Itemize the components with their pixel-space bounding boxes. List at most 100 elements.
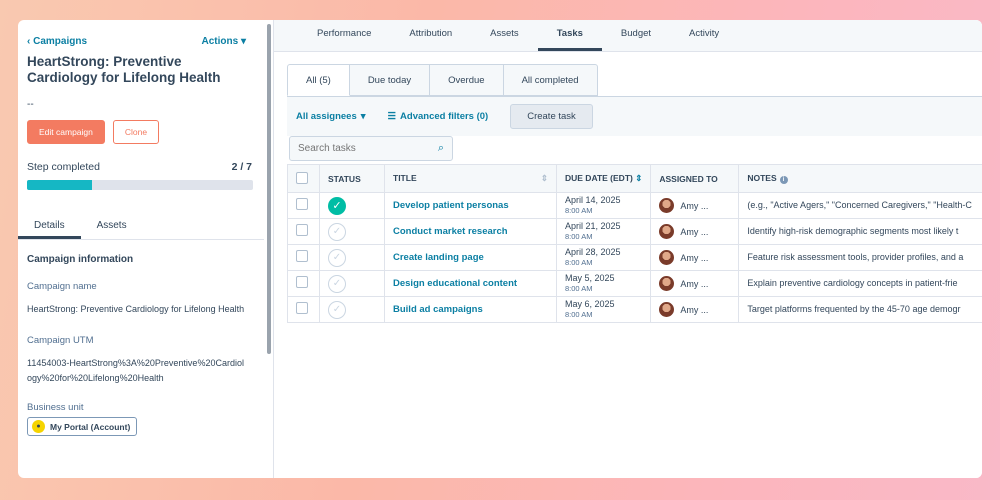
- due-time: 8:00 AM: [565, 206, 593, 215]
- assigned-to-column-header[interactable]: ASSIGNED TO: [650, 164, 740, 193]
- back-link-label: Campaigns: [33, 36, 88, 47]
- advanced-filters-button[interactable]: ☰ Advanced filters (0): [388, 111, 489, 122]
- business-unit-label: Business unit: [27, 402, 84, 413]
- avatar: [659, 276, 675, 291]
- notes-column-header[interactable]: NOTES i: [738, 164, 982, 193]
- incomplete-check-icon[interactable]: ✓: [328, 248, 346, 267]
- sort-ascending-icon: ⇕: [635, 173, 643, 183]
- assignees-filter[interactable]: All assignees ▾: [296, 111, 366, 122]
- search-icon[interactable]: ⌕: [438, 142, 444, 155]
- incomplete-check-icon[interactable]: ✓: [328, 274, 346, 293]
- tab-all-tasks[interactable]: All (5): [287, 64, 350, 96]
- task-notes: Explain preventive cardiology concepts i…: [747, 278, 958, 288]
- task-notes: Target platforms frequented by the 45-70…: [747, 304, 961, 314]
- assignees-filter-label: All assignees: [296, 111, 357, 122]
- avatar: [659, 302, 675, 317]
- assignee-name: Amy ...: [680, 278, 709, 289]
- incomplete-check-icon[interactable]: ✓: [328, 300, 346, 319]
- info-icon[interactable]: i: [779, 176, 788, 184]
- campaign-utm-value: 11454003-HeartStrong%3A%20Preventive%20C…: [27, 358, 244, 383]
- create-task-button[interactable]: Create task: [510, 104, 593, 129]
- caret-down-icon: ▾: [240, 36, 246, 47]
- campaign-title: HeartStrong: Preventive Cardiology for L…: [27, 54, 221, 85]
- table-row[interactable]: ✓ Create landing page April 28, 2025 8:00 A…: [287, 244, 982, 271]
- title-column-header[interactable]: TITLE ⇕: [384, 164, 557, 193]
- assignee[interactable]: Amy ...: [659, 224, 730, 239]
- due-date: April 21, 2025: [565, 221, 621, 231]
- row-checkbox[interactable]: [296, 250, 308, 262]
- table-row[interactable]: ✓ Design educational content May 5, 2025 8:…: [287, 270, 982, 297]
- tab-budget[interactable]: Budget: [602, 20, 670, 51]
- row-checkbox[interactable]: [296, 302, 308, 314]
- task-notes: (e.g., "Active Agers," "Concerned Caregi…: [747, 200, 972, 210]
- tasks-table: STATUS TITLE ⇕ DUE DATE (EDT) ⇕ ASSIGNED …: [287, 164, 982, 323]
- avatar: [659, 198, 675, 213]
- title-header-label: TITLE: [393, 173, 417, 183]
- task-view-tabs: All (5) Due today Overdue All completed: [287, 64, 982, 96]
- actions-dropdown[interactable]: Actions ▾: [202, 36, 246, 47]
- row-checkbox[interactable]: [296, 276, 308, 288]
- tab-tasks[interactable]: Tasks: [537, 20, 602, 51]
- back-to-campaigns-link[interactable]: ‹ Campaigns: [27, 36, 87, 47]
- campaign-sidebar: ‹ Campaigns Actions ▾ HeartStrong: Preve…: [18, 20, 274, 478]
- clone-button[interactable]: Clone: [112, 120, 160, 144]
- tab-all-completed[interactable]: All completed: [503, 64, 598, 96]
- tab-assets[interactable]: Assets: [81, 220, 143, 239]
- tasks-panel: Performance Attribution Assets Tasks Bud…: [274, 20, 982, 478]
- avatar: [659, 224, 675, 239]
- assignee[interactable]: Amy ...: [659, 250, 730, 265]
- incomplete-check-icon[interactable]: ✓: [328, 222, 346, 241]
- table-row[interactable]: ✓ Conduct market research April 21, 2025 8:…: [287, 218, 982, 245]
- sort-icon: ⇕: [540, 173, 548, 183]
- assignee[interactable]: Amy ...: [659, 198, 730, 213]
- tab-attribution[interactable]: Attribution: [390, 20, 471, 51]
- due-date: May 5, 2025: [565, 273, 615, 283]
- tab-performance[interactable]: Performance: [298, 20, 390, 51]
- table-row[interactable]: ✓ Build ad campaigns May 6, 2025 8:00 AM Amy…: [287, 296, 982, 323]
- assignee-name: Amy ...: [680, 304, 709, 315]
- sidebar-scrollbar[interactable]: [267, 24, 271, 354]
- campaign-description: --: [27, 99, 34, 110]
- step-label: Step completed: [27, 161, 100, 173]
- actions-label: Actions: [201, 36, 239, 47]
- completed-check-icon[interactable]: ✓: [328, 196, 346, 215]
- row-checkbox[interactable]: [296, 198, 308, 210]
- task-title-link[interactable]: Design educational content: [393, 278, 517, 289]
- assignee[interactable]: Amy ...: [659, 276, 730, 291]
- step-count: 2 / 7: [231, 161, 252, 173]
- due-date: April 14, 2025: [565, 195, 621, 205]
- campaign-utm-label: Campaign UTM: [27, 335, 94, 346]
- task-title-link[interactable]: Develop patient personas: [393, 200, 509, 211]
- status-column-header[interactable]: STATUS: [319, 164, 385, 193]
- task-title-link[interactable]: Build ad campaigns: [393, 304, 483, 315]
- task-title-link[interactable]: Create landing page: [393, 252, 484, 263]
- business-unit-value: My Portal (Account): [50, 421, 131, 432]
- sidebar-tabs: Details Assets: [18, 220, 264, 240]
- campaign-name-value: HeartStrong: Preventive Cardiology for L…: [27, 304, 245, 314]
- tab-details[interactable]: Details: [18, 220, 81, 239]
- due-time: 8:00 AM: [565, 232, 593, 241]
- app-window: ‹ Campaigns Actions ▾ HeartStrong: Preve…: [18, 20, 982, 478]
- tab-assets-main[interactable]: Assets: [471, 20, 538, 51]
- campaign-tabs: Performance Attribution Assets Tasks Bud…: [274, 20, 982, 52]
- due-time: 8:00 AM: [565, 284, 593, 293]
- due-header-label: DUE DATE (EDT): [565, 173, 633, 183]
- due-date-column-header[interactable]: DUE DATE (EDT) ⇕: [555, 164, 652, 193]
- advanced-filters-label: Advanced filters (0): [400, 111, 489, 122]
- assignee-name: Amy ...: [680, 200, 709, 211]
- filter-sliders-icon: ☰: [387, 111, 397, 122]
- filter-bar: All assignees ▾ ☰ Advanced filters (0) Cre…: [287, 96, 982, 136]
- task-title-link[interactable]: Conduct market research: [393, 226, 508, 237]
- select-all-checkbox[interactable]: [296, 171, 308, 184]
- tab-overdue[interactable]: Overdue: [430, 64, 504, 96]
- row-checkbox[interactable]: [296, 224, 308, 236]
- assignee[interactable]: Amy ...: [659, 302, 730, 317]
- tab-due-today[interactable]: Due today: [349, 64, 431, 96]
- task-notes: Feature risk assessment tools, provider …: [747, 252, 964, 262]
- table-row[interactable]: ✓ Develop patient personas April 14, 2025 8…: [287, 192, 982, 219]
- tab-activity[interactable]: Activity: [670, 20, 738, 51]
- edit-campaign-button[interactable]: Edit campaign: [27, 120, 105, 144]
- step-progress-bar: [27, 180, 253, 190]
- avatar: [659, 250, 675, 265]
- search-input[interactable]: [298, 143, 418, 154]
